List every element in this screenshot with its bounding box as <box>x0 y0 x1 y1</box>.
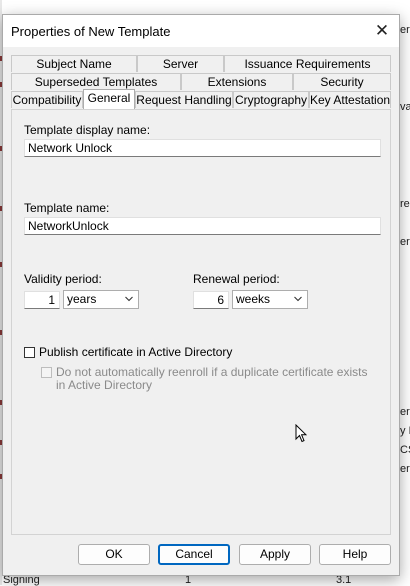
tab-issuance-requirements[interactable]: Issuance Requirements <box>224 55 391 72</box>
background-text: va <box>400 101 410 113</box>
tab-compatibility[interactable]: Compatibility <box>11 91 83 108</box>
tab-security[interactable]: Security <box>293 73 391 90</box>
background-text: er <box>400 463 410 475</box>
chevron-down-icon <box>294 296 302 302</box>
help-button[interactable]: Help <box>319 544 391 565</box>
close-icon: ✕ <box>374 21 390 40</box>
chevron-down-icon <box>125 296 133 302</box>
background-text: er <box>400 236 410 248</box>
template-display-name-label: Template display name: <box>24 123 151 137</box>
background-text: y I <box>400 425 410 437</box>
template-name-label: Template name: <box>24 201 110 215</box>
publish-in-ad-checkbox[interactable] <box>24 347 35 358</box>
renewal-period-label: Renewal period: <box>193 272 280 286</box>
tab-key-attestation[interactable]: Key Attestation <box>309 91 391 108</box>
apply-button[interactable]: Apply <box>239 544 311 565</box>
tab-superseded-templates[interactable]: Superseded Templates <box>11 73 181 90</box>
tab-cryptography[interactable]: Cryptography <box>233 91 309 108</box>
no-auto-reenroll-checkbox <box>41 367 52 378</box>
cancel-button[interactable]: Cancel <box>158 544 230 565</box>
template-display-name-input[interactable]: Network Unlock <box>24 139 381 157</box>
renewal-unit-value: weeks <box>236 292 271 306</box>
validity-period-input[interactable]: 1 <box>24 291 60 309</box>
tab-server[interactable]: Server <box>137 55 224 72</box>
renewal-unit-select[interactable]: weeks <box>232 290 308 309</box>
tab-general[interactable]: General <box>83 89 135 109</box>
close-button[interactable]: ✕ <box>365 15 399 47</box>
publish-in-ad-option[interactable]: Publish certificate in Active Directory <box>24 346 232 359</box>
no-auto-reenroll-option: Do not automatically reenroll if a dupli… <box>41 366 376 392</box>
validity-unit-value: years <box>67 292 97 306</box>
template-name-input[interactable]: NetworkUnlock <box>24 217 381 235</box>
ok-button[interactable]: OK <box>78 544 150 565</box>
tab-request-handling[interactable]: Request Handling <box>135 91 233 108</box>
dialog-title: Properties of New Template <box>11 24 171 39</box>
publish-in-ad-label: Publish certificate in Active Directory <box>39 345 233 359</box>
tab-extensions[interactable]: Extensions <box>181 73 293 90</box>
properties-dialog: Properties of New Template ✕ Subject Nam… <box>2 14 400 576</box>
mouse-cursor-icon <box>295 424 307 443</box>
validity-unit-select[interactable]: years <box>63 290 139 309</box>
general-tab-panel: Template display name: Network Unlock Te… <box>11 109 391 535</box>
tab-subject-name[interactable]: Subject Name <box>11 55 137 72</box>
background-text: CS <box>400 444 410 456</box>
validity-period-label: Validity period: <box>24 272 102 286</box>
background-text: rec <box>400 198 410 210</box>
background-text: er <box>400 24 410 36</box>
no-auto-reenroll-label: Do not automatically reenroll if a dupli… <box>56 365 368 392</box>
renewal-period-input[interactable]: 6 <box>193 291 229 309</box>
background-text: er <box>400 406 410 418</box>
title-bar[interactable]: Properties of New Template ✕ <box>3 15 399 47</box>
